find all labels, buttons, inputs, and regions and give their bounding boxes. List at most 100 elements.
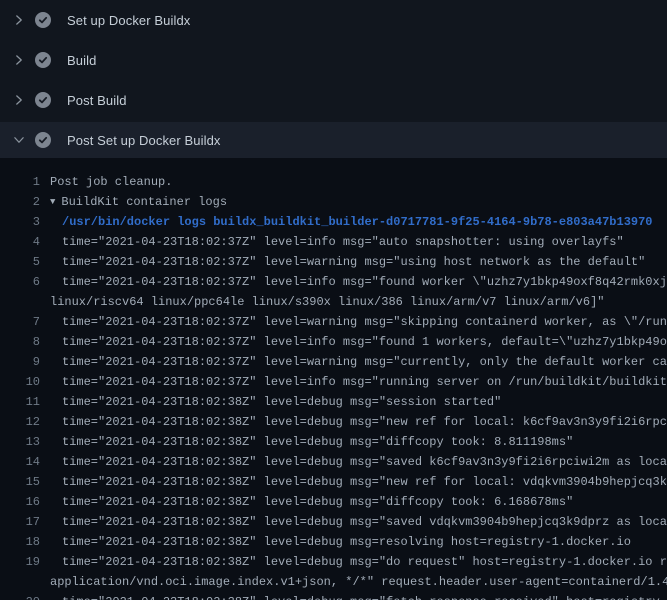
line-text-content: time="2021-04-23T18:02:37Z" level=warnin… bbox=[62, 352, 667, 372]
line-text-content: BuildKit container logs bbox=[61, 192, 227, 212]
line-text-content: time="2021-04-23T18:02:37Z" level=info m… bbox=[62, 372, 667, 392]
line-text: time="2021-04-23T18:02:38Z" level=debug … bbox=[62, 472, 667, 492]
line-text: time="2021-04-23T18:02:37Z" level=info m… bbox=[62, 332, 667, 352]
log-line: 17 time="2021-04-23T18:02:38Z" level=deb… bbox=[0, 512, 667, 532]
line-number[interactable]: 13 bbox=[0, 432, 40, 452]
log-line: 14 time="2021-04-23T18:02:38Z" level=deb… bbox=[0, 452, 667, 472]
line-text-content: linux/riscv64 linux/ppc64le linux/s390x … bbox=[50, 292, 605, 312]
line-number[interactable]: 6 bbox=[0, 272, 40, 292]
line-text-content: /usr/bin/docker logs buildx_buildkit_bui… bbox=[62, 212, 653, 232]
line-number[interactable]: 15 bbox=[0, 472, 40, 492]
line-text-content: time="2021-04-23T18:02:37Z" level=info m… bbox=[62, 272, 667, 292]
step-label: Build bbox=[67, 53, 96, 68]
step-row[interactable]: Set up Docker Buildx bbox=[0, 0, 667, 40]
log-line: 10 time="2021-04-23T18:02:37Z" level=inf… bbox=[0, 372, 667, 392]
line-text: time="2021-04-23T18:02:38Z" level=debug … bbox=[62, 432, 573, 452]
line-number[interactable]: 8 bbox=[0, 332, 40, 352]
check-circle-icon bbox=[35, 12, 51, 28]
line-number[interactable]: 18 bbox=[0, 532, 40, 552]
log-line: 1 Post job cleanup. bbox=[0, 172, 667, 192]
line-text-content: time="2021-04-23T18:02:38Z" level=debug … bbox=[62, 392, 501, 412]
line-number[interactable]: 2 bbox=[0, 192, 40, 212]
check-circle-icon bbox=[35, 92, 51, 108]
line-text-content: time="2021-04-23T18:02:38Z" level=debug … bbox=[62, 592, 667, 600]
log-line: 19 time="2021-04-23T18:02:38Z" level=deb… bbox=[0, 552, 667, 572]
line-number[interactable]: 10 bbox=[0, 372, 40, 392]
line-text-content: time="2021-04-23T18:02:38Z" level=debug … bbox=[62, 412, 667, 432]
log-line: 16 time="2021-04-23T18:02:38Z" level=deb… bbox=[0, 492, 667, 512]
line-text: time="2021-04-23T18:02:38Z" level=debug … bbox=[62, 492, 573, 512]
log-line: linux/riscv64 linux/ppc64le linux/s390x … bbox=[0, 292, 667, 312]
line-text: Post job cleanup. bbox=[50, 172, 172, 192]
log-line: 2 ▼ BuildKit container logs bbox=[0, 192, 667, 212]
line-number[interactable]: 12 bbox=[0, 412, 40, 432]
line-text: time="2021-04-23T18:02:38Z" level=debug … bbox=[62, 452, 667, 472]
log-line: 3 /usr/bin/docker logs buildx_buildkit_b… bbox=[0, 212, 667, 232]
line-text-content: time="2021-04-23T18:02:38Z" level=debug … bbox=[62, 472, 667, 492]
line-number[interactable]: 16 bbox=[0, 492, 40, 512]
line-text: time="2021-04-23T18:02:37Z" level=info m… bbox=[62, 232, 624, 252]
line-text: time="2021-04-23T18:02:38Z" level=debug … bbox=[62, 392, 501, 412]
line-text-content: time="2021-04-23T18:02:37Z" level=info m… bbox=[62, 332, 667, 352]
line-number[interactable]: 19 bbox=[0, 552, 40, 572]
step-label: Post Build bbox=[67, 93, 127, 108]
step-row[interactable]: Build bbox=[0, 40, 667, 80]
line-text-content: time="2021-04-23T18:02:37Z" level=warnin… bbox=[62, 312, 667, 332]
log-line: 12 time="2021-04-23T18:02:38Z" level=deb… bbox=[0, 412, 667, 432]
log-panel: 1 Post job cleanup. 2 ▼ BuildKit containe… bbox=[0, 158, 667, 600]
line-number[interactable]: 3 bbox=[0, 212, 40, 232]
line-text-content: time="2021-04-23T18:02:37Z" level=warnin… bbox=[62, 252, 645, 272]
log-line: application/vnd.oci.image.index.v1+json,… bbox=[0, 572, 667, 592]
line-number[interactable]: 11 bbox=[0, 392, 40, 412]
line-number[interactable] bbox=[0, 572, 40, 592]
check-circle-icon bbox=[35, 52, 51, 68]
log-line: 20 time="2021-04-23T18:02:38Z" level=deb… bbox=[0, 592, 667, 600]
line-text: time="2021-04-23T18:02:37Z" level=info m… bbox=[62, 272, 667, 292]
line-text: linux/riscv64 linux/ppc64le linux/s390x … bbox=[50, 292, 605, 312]
line-text: time="2021-04-23T18:02:38Z" level=debug … bbox=[62, 412, 667, 432]
line-number[interactable]: 4 bbox=[0, 232, 40, 252]
chevron-right-icon[interactable] bbox=[12, 13, 26, 27]
step-label: Set up Docker Buildx bbox=[67, 13, 190, 28]
log-line: 18 time="2021-04-23T18:02:38Z" level=deb… bbox=[0, 532, 667, 552]
step-row[interactable]: Post Set up Docker Buildx bbox=[0, 122, 667, 158]
log-line: 5 time="2021-04-23T18:02:37Z" level=warn… bbox=[0, 252, 667, 272]
line-text: ▼ BuildKit container logs bbox=[50, 192, 227, 212]
line-number[interactable]: 9 bbox=[0, 352, 40, 372]
line-number[interactable]: 14 bbox=[0, 452, 40, 472]
chevron-right-icon[interactable] bbox=[12, 53, 26, 67]
line-text: time="2021-04-23T18:02:38Z" level=debug … bbox=[62, 532, 631, 552]
line-text: time="2021-04-23T18:02:38Z" level=debug … bbox=[62, 512, 667, 532]
line-text-content: time="2021-04-23T18:02:38Z" level=debug … bbox=[62, 452, 667, 472]
chevron-right-icon[interactable] bbox=[12, 93, 26, 107]
line-number[interactable]: 7 bbox=[0, 312, 40, 332]
line-number[interactable] bbox=[0, 292, 40, 312]
triangle-down-icon[interactable]: ▼ bbox=[50, 192, 55, 212]
log-line: 6 time="2021-04-23T18:02:37Z" level=info… bbox=[0, 272, 667, 292]
check-circle-icon bbox=[35, 132, 51, 148]
line-text: time="2021-04-23T18:02:37Z" level=warnin… bbox=[62, 312, 667, 332]
line-text-content: time="2021-04-23T18:02:38Z" level=debug … bbox=[62, 552, 667, 572]
log-line: 15 time="2021-04-23T18:02:38Z" level=deb… bbox=[0, 472, 667, 492]
log-line: 9 time="2021-04-23T18:02:37Z" level=warn… bbox=[0, 352, 667, 372]
log-line: 11 time="2021-04-23T18:02:38Z" level=deb… bbox=[0, 392, 667, 412]
line-text-content: time="2021-04-23T18:02:37Z" level=info m… bbox=[62, 232, 624, 252]
line-number[interactable]: 17 bbox=[0, 512, 40, 532]
step-row[interactable]: Post Build bbox=[0, 80, 667, 120]
line-text-content: time="2021-04-23T18:02:38Z" level=debug … bbox=[62, 512, 667, 532]
line-text-content: time="2021-04-23T18:02:38Z" level=debug … bbox=[62, 492, 573, 512]
line-text: time="2021-04-23T18:02:37Z" level=warnin… bbox=[62, 352, 667, 372]
line-text: /usr/bin/docker logs buildx_buildkit_bui… bbox=[62, 212, 653, 232]
log-line: 4 time="2021-04-23T18:02:37Z" level=info… bbox=[0, 232, 667, 252]
line-number[interactable]: 1 bbox=[0, 172, 40, 192]
line-number[interactable]: 5 bbox=[0, 252, 40, 272]
steps-list: Set up Docker Buildx Build P bbox=[0, 0, 667, 158]
chevron-down-icon[interactable] bbox=[12, 133, 26, 147]
line-text: time="2021-04-23T18:02:37Z" level=info m… bbox=[62, 372, 667, 392]
line-text-content: time="2021-04-23T18:02:38Z" level=debug … bbox=[62, 432, 573, 452]
line-text: time="2021-04-23T18:02:37Z" level=warnin… bbox=[62, 252, 645, 272]
line-number[interactable]: 20 bbox=[0, 592, 40, 600]
step-label: Post Set up Docker Buildx bbox=[67, 133, 221, 148]
line-text: application/vnd.oci.image.index.v1+json,… bbox=[50, 572, 667, 592]
line-text: time="2021-04-23T18:02:38Z" level=debug … bbox=[62, 552, 667, 572]
